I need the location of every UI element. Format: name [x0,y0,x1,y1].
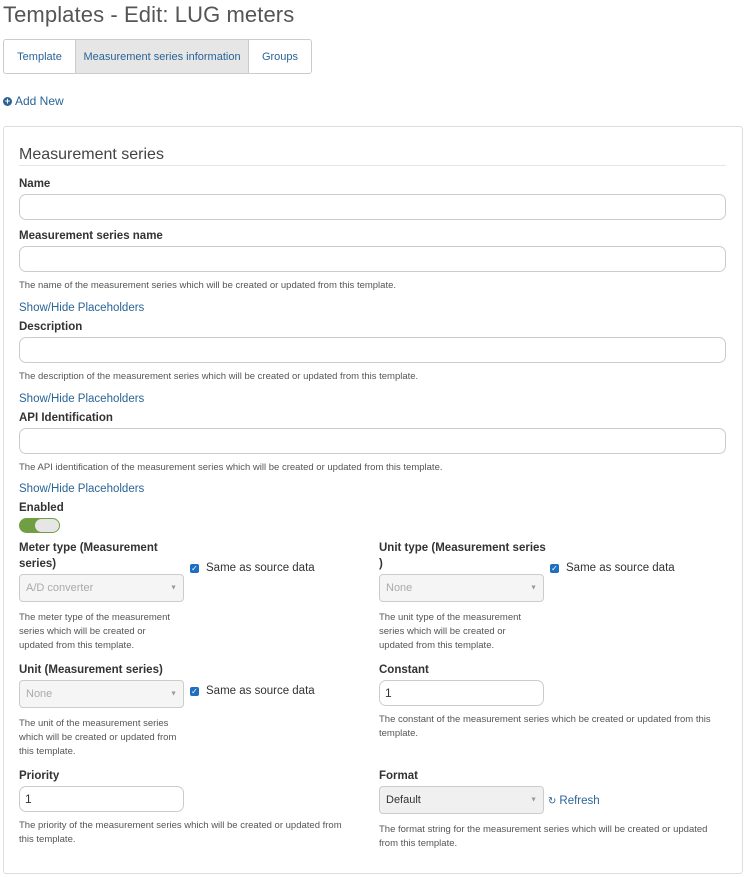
add-new-label: Add New [15,94,64,108]
name-label: Name [19,178,51,190]
constant-label: Constant [379,664,429,676]
priority-label: Priority [19,770,60,782]
caret-down-icon: ▼ [530,584,537,592]
page-title: Templates - Edit: LUG meters [3,2,295,27]
caret-down-icon: ▼ [170,584,177,592]
unit-type-label: Unit type (Measurement series ) [379,542,546,570]
measurement-series-panel: Measurement series Name Measurement seri… [3,126,743,874]
api-id-label: API Identification [19,412,113,424]
constant-input[interactable]: 1 [379,680,544,706]
unit-type-help: The unit type of the measurement series … [379,612,522,651]
section-divider [19,165,726,166]
format-label: Format [379,770,418,782]
meter-type-same-as-source[interactable]: ✓ Same as source data [190,562,315,574]
refresh-icon: ↻ [548,795,557,807]
unit-type-same-as-source[interactable]: ✓ Same as source data [550,562,675,574]
enabled-toggle[interactable] [19,518,60,533]
description-help: The description of the measurement serie… [19,371,419,382]
caret-down-icon: ▼ [530,796,537,804]
series-name-placeholders-link[interactable]: Show/Hide Placeholders [19,302,144,314]
series-name-input[interactable] [19,246,726,272]
priority-help: The priority of the measurement series w… [19,820,342,845]
tab-groups[interactable]: Groups [249,40,311,73]
unit-help: The unit of the measurement series which… [19,718,177,757]
toggle-knob [35,519,59,532]
description-label: Description [19,321,83,333]
constant-help: The constant of the measurement series w… [379,714,711,739]
caret-down-icon: ▼ [170,690,177,698]
format-select[interactable]: Default ▼ [379,786,544,814]
unit-type-select[interactable]: None ▼ [379,574,544,602]
unit-same-as-source[interactable]: ✓ Same as source data [190,685,315,697]
meter-type-select[interactable]: A/D converter ▼ [19,574,184,602]
series-name-label: Measurement series name [19,230,163,242]
unit-label: Unit (Measurement series) [19,664,163,676]
description-placeholders-link[interactable]: Show/Hide Placeholders [19,393,144,405]
checkbox-checked-icon[interactable]: ✓ [190,686,199,696]
add-new-link[interactable]: + Add New [3,94,64,108]
refresh-link[interactable]: ↻ Refresh [548,795,600,807]
tab-measurement-series-information[interactable]: Measurement series information [76,40,249,73]
plus-circle-icon: + [3,95,12,106]
name-input[interactable] [19,194,726,220]
meter-type-value: A/D converter [26,582,94,594]
enabled-label: Enabled [19,502,64,514]
format-value: Default [386,794,421,806]
api-id-placeholders-link[interactable]: Show/Hide Placeholders [19,483,144,495]
api-id-input[interactable] [19,428,726,454]
tab-template[interactable]: Template [4,40,76,73]
series-name-help: The name of the measurement series which… [19,280,397,291]
checkbox-checked-icon[interactable]: ✓ [550,563,559,573]
unit-value: None [26,688,53,700]
checkbox-checked-icon[interactable]: ✓ [190,563,199,573]
tab-bar: Template Measurement series information … [3,39,312,74]
description-input[interactable] [19,337,726,363]
api-id-help: The API identification of the measuremen… [19,462,443,473]
section-title: Measurement series [19,146,164,163]
format-help: The format string for the measurement se… [379,824,708,849]
unit-type-value: None [386,582,413,594]
priority-input[interactable]: 1 [19,786,184,812]
meter-type-help: The meter type of the measurement series… [19,612,171,651]
meter-type-label: Meter type (Measurement series) [19,542,158,570]
unit-select[interactable]: None ▼ [19,680,184,708]
